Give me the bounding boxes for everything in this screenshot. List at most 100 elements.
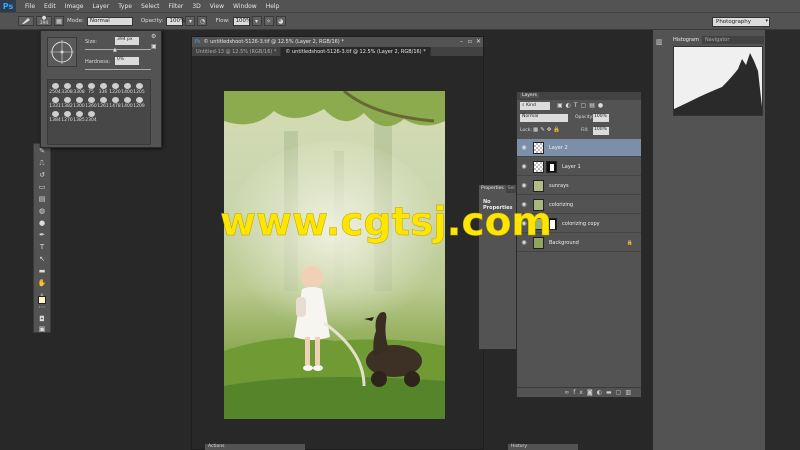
- tab-layers[interactable]: Layers: [520, 93, 539, 98]
- eraser-icon[interactable]: ▭: [36, 182, 48, 192]
- airbrush-icon[interactable]: ✧: [263, 16, 274, 26]
- maximize-icon[interactable]: ▫: [468, 38, 472, 45]
- image-canvas[interactable]: [224, 91, 445, 419]
- brush-preset[interactable]: 3308: [61, 81, 73, 95]
- opacity-dropdown-icon[interactable]: ▾: [185, 16, 196, 26]
- brush-preset[interactable]: 2504: [49, 81, 61, 95]
- gradient-icon[interactable]: ▤: [36, 194, 48, 204]
- foreground-color-swatch[interactable]: [38, 296, 46, 304]
- brush-preset[interactable]: 3308: [73, 81, 85, 95]
- brush-preset[interactable]: 75: [85, 81, 97, 95]
- layers-footer-buttons[interactable]: ∞ fx ◙ ◐ ▬ ▢ ▥: [517, 387, 641, 397]
- brush-angle-preview[interactable]: [47, 37, 77, 67]
- histogram-panel-icon[interactable]: ▥: [656, 38, 666, 48]
- brush-preset[interactable]: 1400: [121, 95, 133, 109]
- brush-tool-preset-button[interactable]: [18, 16, 34, 26]
- menu-3d[interactable]: 3D: [192, 3, 200, 10]
- brush-preset[interactable]: 2304: [85, 109, 97, 123]
- type-icon[interactable]: T: [36, 242, 48, 252]
- eye-icon[interactable]: ◉: [519, 181, 529, 191]
- fx-icon[interactable]: fx: [573, 389, 587, 396]
- quick-mask-icon[interactable]: ◘: [36, 314, 48, 324]
- new-layer-icon[interactable]: ▢: [616, 389, 626, 396]
- brush-size-picker[interactable]: ● 394: [36, 16, 52, 26]
- menu-layer[interactable]: Layer: [92, 3, 109, 10]
- hardness-slider[interactable]: [85, 69, 151, 70]
- pressure-opacity-icon[interactable]: ◔: [197, 16, 208, 26]
- menu-help[interactable]: Help: [266, 3, 280, 10]
- brush-preset[interactable]: 1478: [109, 95, 121, 109]
- clone-stamp-icon[interactable]: ⎍: [36, 158, 48, 168]
- brush-preset[interactable]: 1261: [97, 95, 109, 109]
- brush-preset[interactable]: 1270: [61, 109, 73, 123]
- brush-size-input[interactable]: 394 px: [115, 37, 139, 45]
- brush-panel-toggle-icon[interactable]: ▦: [54, 16, 64, 26]
- brush-preset[interactable]: 1382: [61, 95, 73, 109]
- menu-window[interactable]: Window: [233, 3, 257, 10]
- hardness-input[interactable]: 0%: [115, 57, 139, 65]
- mode-label: Mode:: [67, 18, 84, 24]
- tab-properties[interactable]: Properties: [479, 185, 506, 193]
- lock-icons[interactable]: ▦✎✥🔒: [533, 127, 562, 133]
- menu-select[interactable]: Select: [141, 3, 160, 10]
- eye-icon[interactable]: ◉: [519, 162, 529, 172]
- brush-preset[interactable]: 1385: [73, 109, 85, 123]
- layer-opacity-input[interactable]: 100%: [593, 114, 609, 122]
- brush-preset[interactable]: 1300: [73, 95, 85, 109]
- menu-image[interactable]: Image: [65, 3, 84, 10]
- brush-preset[interactable]: 1384: [49, 109, 61, 123]
- adjustment-icon[interactable]: ◐: [597, 389, 606, 396]
- brush-preset[interactable]: 1400: [121, 81, 133, 95]
- new-preset-icon[interactable]: ▣: [151, 43, 157, 50]
- brush-preset[interactable]: 1220: [109, 81, 121, 95]
- new-group-icon[interactable]: ▬: [606, 389, 616, 396]
- shape-icon[interactable]: ▬: [36, 266, 48, 276]
- brush-preset[interactable]: 1331: [49, 95, 61, 109]
- link-layers-icon[interactable]: ∞: [564, 389, 573, 396]
- minimize-icon[interactable]: –: [460, 38, 463, 45]
- trash-icon[interactable]: ▥: [625, 389, 635, 396]
- path-select-icon[interactable]: ↖: [36, 254, 48, 264]
- opacity-input[interactable]: 100%: [166, 16, 185, 26]
- gear-icon[interactable]: ⚙: [151, 33, 156, 40]
- menu-file[interactable]: File: [25, 3, 35, 10]
- size-slider-handle-icon[interactable]: ▲: [113, 47, 117, 53]
- brush-preset[interactable]: 1205: [133, 81, 145, 95]
- screen-mode-icon[interactable]: ▣: [36, 324, 48, 334]
- pen-icon[interactable]: ✒: [36, 230, 48, 240]
- actions-panel-header[interactable]: Actions: [205, 444, 305, 450]
- close-icon[interactable]: ✕: [476, 38, 481, 45]
- add-mask-icon[interactable]: ◙: [587, 389, 597, 396]
- tab-navigator[interactable]: Navigator: [702, 36, 732, 44]
- blur-icon[interactable]: ◍: [36, 206, 48, 216]
- menu-edit[interactable]: Edit: [44, 3, 56, 10]
- pressure-size-icon[interactable]: ◕: [275, 16, 286, 26]
- eye-icon[interactable]: ◉: [519, 143, 529, 153]
- blend-mode-select[interactable]: Normal: [520, 114, 568, 122]
- flow-dropdown-icon[interactable]: ▾: [251, 16, 262, 26]
- tab-untitled-13[interactable]: Untitled-13 @ 12.5% (RGB/16) *: [192, 47, 282, 56]
- history-brush-icon[interactable]: ↺: [36, 170, 48, 180]
- tab-selection[interactable]: Sel: [506, 185, 517, 193]
- layer-row-layer-2[interactable]: ◉ Layer 2: [517, 139, 641, 157]
- layer-row-layer-1[interactable]: ◉ Layer 1: [517, 158, 641, 176]
- mode-select[interactable]: Normal: [86, 16, 133, 26]
- history-panel-header[interactable]: History: [508, 444, 578, 450]
- fill-input[interactable]: 100%: [593, 127, 609, 135]
- dodge-icon[interactable]: ●: [36, 218, 48, 228]
- menu-filter[interactable]: Filter: [169, 3, 184, 10]
- menu-type[interactable]: Type: [118, 3, 132, 10]
- tab-untitledshoot[interactable]: © untitledshoot-5126-3.tif @ 12.5% (Laye…: [281, 47, 431, 56]
- brush-preset[interactable]: 1260: [85, 95, 97, 109]
- tab-histogram[interactable]: Histogram: [670, 36, 702, 44]
- layer-row-sunrays[interactable]: ◉ sunrays: [517, 177, 641, 195]
- brush-preset[interactable]: 1209: [133, 95, 145, 109]
- flow-input[interactable]: 100%: [232, 16, 251, 26]
- hand-icon[interactable]: ✋: [36, 278, 48, 288]
- menu-view[interactable]: View: [210, 3, 224, 10]
- brush-preset[interactable]: 336: [97, 81, 109, 95]
- layer-filter-icons[interactable]: ▣◐T▢▤●: [557, 102, 606, 109]
- workspace-select[interactable]: Photography: [712, 17, 770, 27]
- brush-size-slider[interactable]: [85, 49, 151, 50]
- filter-kind-select[interactable]: ⌕ Kind: [520, 102, 550, 110]
